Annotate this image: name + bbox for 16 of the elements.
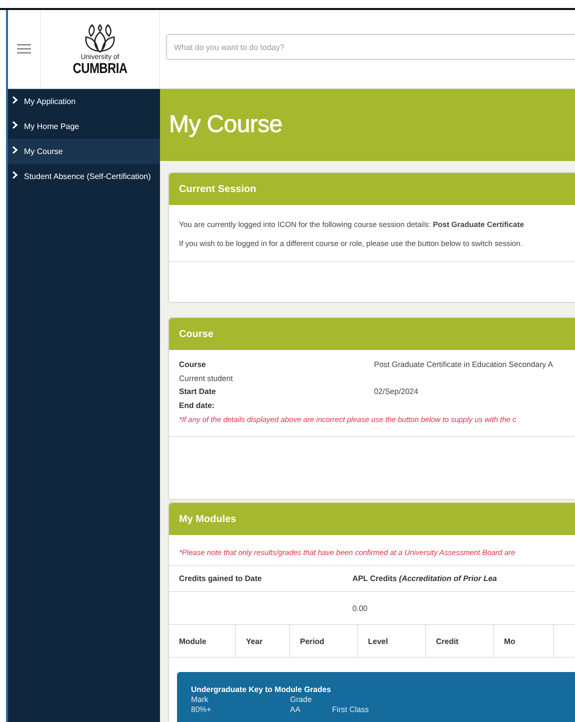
chevron-icon [12,121,18,129]
sidebar-item[interactable]: Student Absence (Self-Certification) [8,164,160,189]
section-header: Course [169,318,575,350]
menu-icon[interactable] [17,44,31,54]
logo-wordmark: CUMBRIA [72,60,128,76]
search-field[interactable]: What do you want to do today? [166,34,575,60]
sidebar-item[interactable]: My Application [8,89,160,114]
chevron-icon [12,146,18,154]
section-header: Current Session [169,173,575,205]
chevron-icon [12,96,18,104]
chevron-icon [12,171,18,179]
page-title: My Course [169,111,282,139]
sidebar-item[interactable]: My Course [8,139,160,164]
sidebar-item[interactable]: My Home Page [8,114,160,139]
leaves-logo-icon [83,24,117,54]
section-header: My Modules [169,503,575,535]
